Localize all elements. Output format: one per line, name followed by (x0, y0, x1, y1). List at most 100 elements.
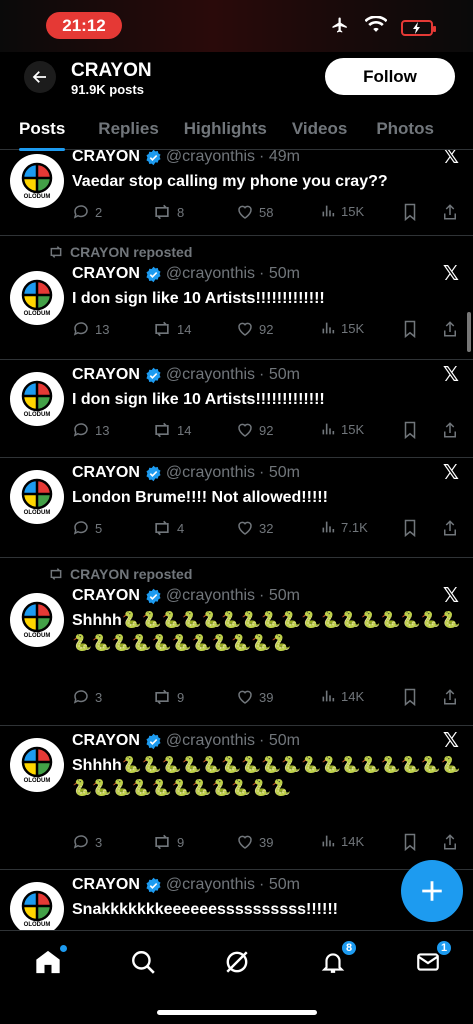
bookmark-button[interactable] (402, 203, 418, 221)
like-button[interactable]: 39 (236, 833, 273, 851)
reply-icon (73, 205, 88, 219)
like-button[interactable]: 92 (236, 320, 273, 338)
author-name[interactable]: CRAYON (72, 464, 140, 482)
like-count: 39 (259, 689, 274, 705)
share-button[interactable] (442, 688, 458, 706)
nav-home[interactable] (33, 945, 67, 977)
x-logo-icon[interactable]: 𝕏 (443, 460, 459, 485)
post-time: · 50m (259, 732, 300, 749)
author-name[interactable]: CRAYON (72, 876, 140, 894)
profile-tabs: Posts Replies Highlights Videos Photos (0, 108, 473, 151)
view-count: 15K (341, 421, 365, 437)
like-count: 92 (259, 422, 274, 438)
tab-highlights[interactable]: Highlights (184, 108, 267, 150)
like-count: 92 (259, 321, 274, 337)
author-handle[interactable]: @crayonthis (166, 464, 255, 482)
views-icon (322, 521, 335, 533)
like-button[interactable]: 39 (236, 688, 273, 706)
reply-button[interactable]: 13 (72, 320, 109, 338)
author-handle[interactable]: @crayonthis (166, 366, 255, 384)
author-name[interactable]: CRAYON (72, 366, 140, 384)
x-logo-icon[interactable]: 𝕏 (443, 583, 459, 608)
views-button[interactable]: 15K (320, 421, 364, 437)
x-logo-icon[interactable]: 𝕏 (443, 150, 459, 169)
share-button[interactable] (442, 833, 458, 851)
reply-button[interactable]: 2 (72, 203, 102, 221)
reply-count: 13 (95, 422, 110, 438)
reply-button[interactable]: 3 (72, 688, 102, 706)
views-button[interactable]: 15K (320, 320, 364, 336)
tab-photos[interactable]: Photos (376, 108, 434, 150)
share-icon (444, 321, 456, 337)
reply-button[interactable]: 3 (72, 833, 102, 851)
reply-count: 3 (95, 689, 103, 705)
like-button[interactable]: 92 (236, 421, 273, 439)
like-button[interactable]: 32 (236, 519, 273, 537)
bookmark-icon (404, 320, 416, 338)
repost-icon (155, 520, 169, 536)
author-handle[interactable]: @crayonthis (166, 732, 255, 750)
share-button[interactable] (442, 519, 458, 537)
back-button[interactable] (24, 61, 56, 93)
reply-button[interactable]: 13 (72, 421, 109, 439)
author-handle[interactable]: @crayonthis (166, 265, 255, 283)
bookmark-button[interactable] (402, 688, 418, 706)
like-button[interactable]: 58 (236, 203, 273, 221)
post[interactable]: OLODUM CRAYON @crayonthis · 50m 𝕏 I don … (0, 360, 473, 458)
repost-button[interactable]: 9 (152, 688, 184, 706)
views-button[interactable]: 7.1K (320, 519, 368, 535)
post[interactable]: OLODUM CRAYON @crayonthis · 49m 𝕏 Vaedar… (0, 150, 473, 236)
compose-post-button[interactable] (401, 860, 463, 922)
post-time: · 50m (259, 464, 300, 481)
airplane-icon (329, 16, 351, 39)
post[interactable]: CRAYON reposted OLODUM CRAYON @crayonthi… (0, 558, 473, 726)
repost-button[interactable]: 4 (152, 519, 184, 537)
author-handle[interactable]: @crayonthis (166, 150, 255, 166)
author-name[interactable]: CRAYON (72, 587, 140, 605)
views-button[interactable]: 15K (320, 203, 364, 219)
repost-button[interactable]: 14 (152, 421, 191, 439)
nav-search[interactable] (128, 947, 158, 977)
tab-videos[interactable]: Videos (292, 108, 347, 150)
author-name[interactable]: CRAYON (72, 732, 140, 750)
bookmark-button[interactable] (402, 320, 418, 338)
share-button[interactable] (442, 320, 458, 338)
repost-button[interactable]: 14 (152, 320, 191, 338)
post-time: · 49m (259, 150, 300, 165)
author-name[interactable]: CRAYON (72, 265, 140, 283)
tab-replies[interactable]: Replies (98, 108, 158, 150)
repost-button[interactable]: 9 (152, 833, 184, 851)
repost-count: 9 (177, 834, 185, 850)
author-name[interactable]: CRAYON (72, 150, 140, 166)
post-time: · 50m (259, 587, 300, 604)
author-handle[interactable]: @crayonthis (166, 587, 255, 605)
share-button[interactable] (442, 203, 458, 221)
bookmark-button[interactable] (402, 519, 418, 537)
share-button[interactable] (442, 421, 458, 439)
x-logo-icon[interactable]: 𝕏 (443, 362, 459, 387)
x-logo-icon[interactable]: 𝕏 (443, 261, 459, 286)
follow-button[interactable]: Follow (325, 58, 455, 95)
views-button[interactable]: 14K (320, 688, 364, 704)
verified-badge-icon (146, 465, 161, 481)
scrollbar[interactable] (467, 312, 471, 352)
post[interactable]: CRAYON reposted OLODUM CRAYON @crayonthi… (0, 236, 473, 360)
post[interactable]: OLODUM CRAYON @crayonthis · 50m 𝕏 London… (0, 458, 473, 558)
reply-icon (73, 835, 88, 849)
repost-count: 4 (177, 520, 185, 536)
tab-posts[interactable]: Posts (19, 108, 66, 151)
bookmark-button[interactable] (402, 421, 418, 439)
nav-notifications[interactable]: 8 (318, 939, 358, 977)
post[interactable]: OLODUM CRAYON @crayonthis · 50m 𝕏 Shhhh🐍… (0, 726, 473, 870)
x-logo-icon[interactable]: 𝕏 (443, 728, 459, 753)
bookmark-button[interactable] (402, 833, 418, 851)
share-icon (444, 689, 456, 705)
nav-messages[interactable]: 1 (413, 939, 453, 977)
author-handle[interactable]: @crayonthis (166, 876, 255, 894)
nav-grok[interactable] (222, 947, 252, 977)
reply-button[interactable]: 5 (72, 519, 102, 537)
view-count: 15K (341, 203, 365, 219)
views-button[interactable]: 14K (320, 833, 364, 849)
repost-button[interactable]: 8 (152, 203, 184, 221)
share-icon (444, 204, 456, 220)
